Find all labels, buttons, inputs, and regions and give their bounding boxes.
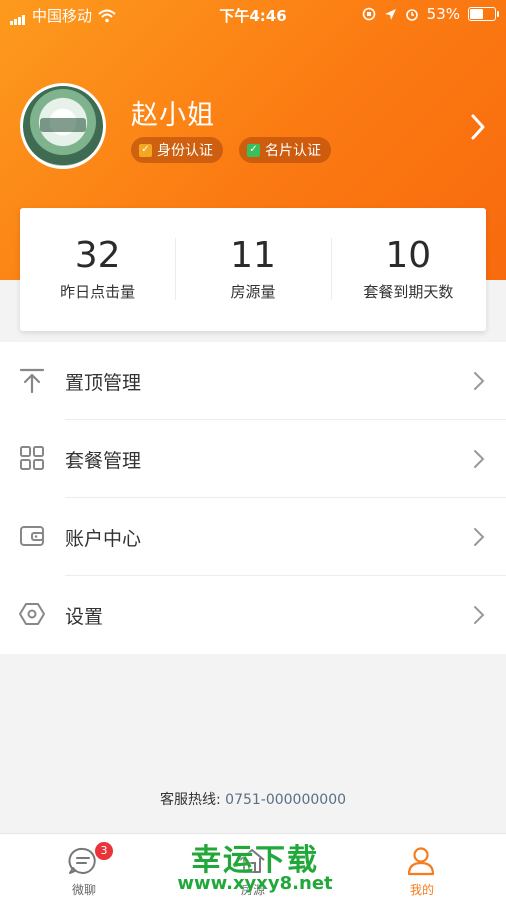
battery-percent: 53% — [426, 5, 460, 23]
menu-item-label: 套餐管理 — [65, 450, 142, 472]
user-icon — [407, 847, 435, 876]
hotline-number[interactable]: 0751-000000000 — [225, 792, 346, 808]
tab-label: 我的 — [409, 883, 434, 897]
check-icon: ✓ — [139, 143, 152, 157]
user-name: 赵小姐 — [131, 100, 215, 131]
battery-level — [470, 9, 483, 19]
avatar-image-detail — [40, 118, 86, 132]
grid-icon — [20, 446, 44, 470]
stat-label: 套餐到期天数 — [363, 283, 454, 301]
tab-chat[interactable]: 3 微聊 — [0, 834, 168, 901]
menu-item-account-center[interactable]: 账户中心 — [0, 498, 506, 576]
battery-icon — [468, 7, 499, 21]
stat-clicks[interactable]: 32 昨日点击量 — [20, 208, 175, 331]
stats-card: 32 昨日点击量 11 房源量 10 套餐到期天数 — [20, 208, 486, 331]
status-bar: 中国移动 下午4:46 53% — [0, 0, 506, 30]
chevron-right-icon[interactable] — [468, 112, 488, 142]
chevron-right-icon — [474, 372, 485, 390]
watermark-url: www.xyxy8.net — [177, 873, 333, 894]
stat-value: 11 — [230, 235, 276, 276]
menu-item-settings[interactable]: 设置 — [0, 576, 506, 654]
identity-verified-badge: ✓ 身份认证 — [131, 137, 223, 163]
stat-label: 房源量 — [230, 283, 276, 301]
location-icon — [384, 8, 396, 20]
stat-listings[interactable]: 11 房源量 — [175, 208, 330, 331]
menu-item-label: 置顶管理 — [65, 372, 142, 394]
stat-value: 32 — [74, 235, 121, 276]
pin-top-icon — [19, 368, 45, 394]
stat-package-days[interactable]: 10 套餐到期天数 — [330, 208, 486, 331]
alarm-icon — [405, 9, 418, 21]
card-verified-badge: ✓ 名片认证 — [239, 137, 331, 163]
unread-count-badge: 3 — [95, 842, 113, 860]
chevron-right-icon — [474, 606, 485, 624]
menu-item-label: 账户中心 — [65, 528, 142, 550]
chevron-right-icon — [474, 450, 485, 468]
settings-icon — [19, 603, 45, 625]
badge-label: 身份认证 — [157, 143, 213, 159]
orientation-lock-icon — [362, 7, 375, 21]
tab-me[interactable]: 我的 — [338, 834, 506, 901]
chevron-right-icon — [474, 528, 485, 546]
wallet-icon — [20, 526, 44, 546]
menu-item-package-management[interactable]: 套餐管理 — [0, 420, 506, 498]
menu-item-pin-management[interactable]: 置顶管理 — [0, 342, 506, 420]
watermark: 幸运下载 www.xyxy8.net — [175, 835, 335, 894]
menu-item-label: 设置 — [65, 606, 104, 628]
menu-list: 置顶管理 套餐管理 账户中心 设置 — [0, 342, 506, 654]
check-icon: ✓ — [247, 143, 260, 157]
hotline-label: 客服热线: — [159, 792, 221, 808]
stat-label: 昨日点击量 — [60, 283, 136, 301]
badge-label: 名片认证 — [265, 143, 321, 159]
customer-service-hotline: 客服热线: 0751-000000000 — [0, 789, 506, 809]
stat-value: 10 — [385, 235, 432, 276]
tab-label: 微聊 — [71, 883, 96, 897]
